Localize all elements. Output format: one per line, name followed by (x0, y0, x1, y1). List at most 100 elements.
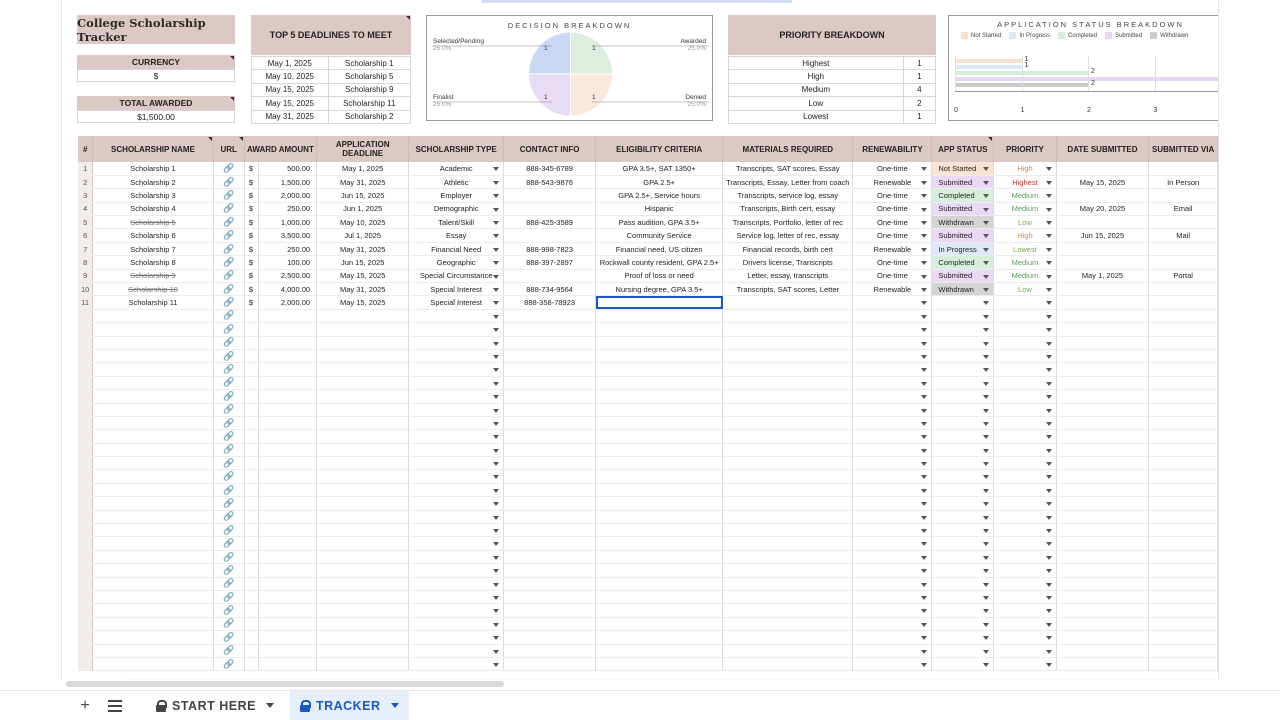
empty-cell[interactable] (244, 429, 259, 444)
empty-cell[interactable] (931, 429, 995, 444)
empty-cell[interactable] (993, 456, 1057, 471)
empty-cell[interactable] (595, 416, 724, 431)
empty-cell[interactable] (852, 577, 933, 592)
award-amount-cell[interactable]: 1,000.00 (258, 215, 318, 230)
empty-cell[interactable] (931, 336, 995, 350)
empty-cell[interactable] (78, 523, 94, 538)
column-header-application-deadline[interactable]: APPLICATION DEADLINE (316, 136, 410, 162)
scholarship-type-dropdown[interactable]: Essay (408, 228, 505, 243)
empty-cell[interactable] (503, 483, 597, 498)
empty-cell[interactable] (316, 322, 410, 337)
empty-cell[interactable] (1056, 349, 1150, 364)
empty-cell[interactable] (92, 376, 214, 391)
eligibility-cell[interactable]: GPA 3.5+, SAT 1350+ (595, 162, 724, 176)
empty-cell[interactable] (595, 429, 724, 444)
empty-cell[interactable] (244, 496, 259, 511)
app-status-dropdown[interactable]: In Progress (931, 242, 995, 257)
empty-cell[interactable] (993, 550, 1057, 565)
empty-cell[interactable] (78, 349, 94, 364)
empty-cell[interactable] (931, 309, 995, 324)
link-icon[interactable]: 🔗 (223, 257, 234, 267)
submitted-via-cell[interactable]: In Person (1148, 175, 1218, 190)
empty-cell[interactable] (993, 523, 1057, 538)
eligibility-cell[interactable]: Pass audition, GPA 3.5+ (595, 215, 724, 230)
submitted-via-cell[interactable] (1148, 282, 1218, 297)
link-icon[interactable]: 🔗 (223, 444, 234, 454)
app-status-dropdown[interactable]: Withdrawn (931, 282, 995, 297)
empty-cell[interactable] (1056, 510, 1150, 525)
link-icon[interactable]: 🔗 (223, 471, 234, 481)
column-header-app-status[interactable]: APP STATUS (931, 136, 995, 162)
empty-cell[interactable] (595, 376, 724, 391)
scholarship-name-cell[interactable]: Scholarship 5 (92, 215, 214, 230)
empty-cell[interactable] (1056, 362, 1150, 377)
award-amount-cell[interactable]: 100.00 (258, 255, 318, 270)
empty-cell[interactable] (258, 536, 318, 551)
empty-cell[interactable] (258, 456, 318, 471)
empty-cell[interactable] (852, 336, 933, 350)
url-cell[interactable]: 🔗 (213, 295, 245, 310)
empty-cell[interactable]: 🔗 (213, 443, 245, 458)
chevron-down-icon[interactable] (390, 703, 399, 708)
link-icon[interactable]: 🔗 (223, 578, 234, 588)
empty-cell[interactable] (92, 416, 214, 431)
tab-tracker[interactable]: TRACKER (289, 690, 409, 720)
empty-cell[interactable] (1056, 322, 1150, 337)
empty-cell[interactable] (852, 657, 933, 672)
empty-cell[interactable] (722, 416, 854, 431)
contact-info-cell[interactable]: 888-734-9564 (503, 282, 597, 297)
empty-cell[interactable] (993, 416, 1057, 431)
empty-cell[interactable]: 🔗 (213, 483, 245, 498)
empty-cell[interactable] (258, 483, 318, 498)
empty-cell[interactable]: 🔗 (213, 536, 245, 551)
empty-cell[interactable] (993, 443, 1057, 458)
empty-cell[interactable] (1056, 469, 1150, 484)
column-header-award-amount[interactable]: AWARD AMOUNT (244, 136, 318, 162)
empty-cell[interactable] (1056, 336, 1150, 350)
empty-cell[interactable] (408, 603, 505, 618)
materials-cell[interactable]: Transcripts, SAT scores, Letter (722, 282, 854, 297)
empty-cell[interactable] (408, 563, 505, 578)
pie-slice-awarded[interactable] (570, 31, 614, 75)
empty-cell[interactable] (595, 403, 724, 417)
empty-cell[interactable] (316, 644, 410, 658)
empty-cell[interactable]: 🔗 (213, 523, 245, 538)
eligibility-cell[interactable]: GPA 2.5+, Service hours (595, 188, 724, 203)
empty-cell[interactable] (244, 577, 259, 592)
empty-cell[interactable] (852, 510, 933, 525)
empty-cell[interactable] (722, 590, 854, 605)
scholarship-name-cell[interactable]: Scholarship 3 (92, 188, 214, 203)
empty-cell[interactable] (92, 590, 214, 605)
link-icon[interactable]: 🔗 (223, 418, 234, 428)
empty-cell[interactable] (258, 496, 318, 511)
empty-cell[interactable] (1056, 429, 1150, 444)
empty-cell[interactable] (408, 469, 505, 484)
app-status-dropdown[interactable]: Submitted (931, 269, 995, 284)
empty-cell[interactable] (595, 389, 724, 404)
empty-cell[interactable] (244, 362, 259, 377)
scholarship-type-dropdown[interactable]: Special Circumstance (408, 269, 505, 284)
link-icon[interactable]: 🔗 (223, 351, 234, 361)
empty-cell[interactable] (503, 510, 597, 525)
empty-cell[interactable] (244, 469, 259, 484)
link-icon[interactable]: 🔗 (223, 391, 234, 401)
empty-cell[interactable] (92, 403, 214, 417)
empty-cell[interactable] (78, 456, 94, 471)
link-icon[interactable]: 🔗 (223, 645, 234, 655)
status-bar[interactable] (955, 59, 1022, 63)
empty-cell[interactable] (258, 362, 318, 377)
empty-cell[interactable] (1148, 550, 1218, 565)
date-submitted-cell[interactable] (1056, 242, 1150, 257)
link-icon[interactable]: 🔗 (223, 538, 234, 548)
empty-cell[interactable] (78, 416, 94, 431)
empty-cell[interactable] (503, 322, 597, 337)
url-cell[interactable]: 🔗 (213, 242, 245, 257)
empty-cell[interactable]: 🔗 (213, 429, 245, 444)
renewability-dropdown[interactable] (852, 295, 933, 310)
empty-cell[interactable] (316, 429, 410, 444)
link-icon[interactable]: 🔗 (223, 552, 234, 562)
empty-cell[interactable]: 🔗 (213, 416, 245, 431)
empty-cell[interactable] (244, 483, 259, 498)
empty-cell[interactable] (852, 443, 933, 458)
renewability-dropdown[interactable]: One-time (852, 269, 933, 284)
